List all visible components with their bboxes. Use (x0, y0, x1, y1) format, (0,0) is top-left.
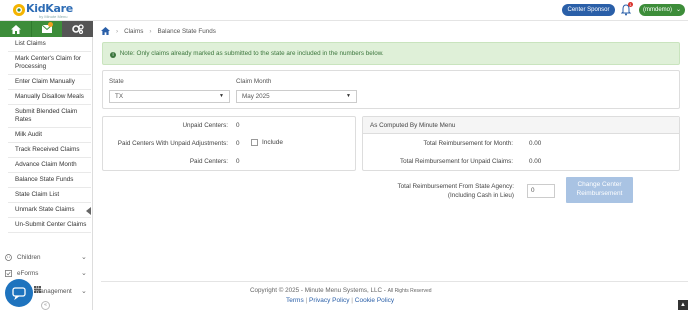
breadcrumb-separator: › (116, 27, 119, 35)
caret-down-icon: ▼ (346, 93, 351, 99)
filter-panel: State TX ▼ Claim Month May 2025 ▼ (102, 70, 680, 109)
chevron-down-icon: ⌄ (81, 288, 87, 295)
total-month-label: Total Reimbursement for Month: (423, 140, 513, 147)
computed-panel: As Computed By Minute Menu Total Reimbur… (362, 116, 680, 171)
chevron-down-icon: ⌄ (81, 270, 87, 277)
claim-month-select[interactable]: May 2025 ▼ (236, 90, 357, 103)
cookie-policy-link[interactable]: Cookie Policy (355, 297, 394, 304)
sidebar-item-mark-center-claim[interactable]: Mark Center's Claim for Processing (8, 52, 91, 75)
kidkare-logo-icon (13, 4, 25, 16)
home-icon (10, 24, 21, 34)
sidebar-item-balance-state-funds[interactable]: Balance State Funds (8, 173, 91, 188)
grid-icon (34, 286, 41, 293)
tab-messages[interactable] (31, 21, 62, 37)
breadcrumb-separator: › (149, 27, 152, 35)
sidebar-item-enter-claim-manually[interactable]: Enter Claim Manually (8, 75, 91, 90)
sidebar-item-submit-blended-claim-rates[interactable]: Submit Blended Claim Rates (8, 105, 91, 128)
home-icon[interactable] (101, 27, 110, 35)
sidebar-item-unsubmit-center-claims[interactable]: Un-Submit Center Claims (8, 218, 91, 233)
state-label: State (109, 78, 124, 85)
sidebar-item-unmark-state-claims[interactable]: Unmark State Claims (8, 203, 91, 218)
center-sponsor-button[interactable]: Center Sponsor (562, 4, 615, 16)
include-checkbox[interactable] (251, 139, 258, 146)
children-icon (5, 254, 12, 261)
user-menu-button[interactable]: (mmdemo) ⌄ (639, 4, 685, 16)
sidebar-group-label: Children (17, 254, 41, 261)
chat-icon (12, 286, 26, 300)
privacy-policy-link[interactable]: Privacy Policy (309, 297, 349, 304)
paid-unpaid-adjustments-value: 0 (236, 140, 240, 147)
sidebar-item-state-claim-list[interactable]: State Claim List (8, 188, 91, 203)
kidkare-logo[interactable]: KidKare by Minute Menu (12, 2, 73, 19)
total-unpaid-value: 0.00 (529, 158, 542, 165)
state-select[interactable]: TX ▼ (109, 90, 230, 103)
breadcrumb-current: Balance State Funds (157, 27, 216, 35)
caret-down-icon: ▼ (219, 93, 224, 99)
state-select-value: TX (115, 93, 124, 100)
include-label: Include (262, 139, 283, 146)
notification-badge: 1 (628, 2, 633, 7)
brand-tagline: by Minute Menu (39, 14, 68, 19)
footer-links: Terms | Privacy Policy | Cookie Policy (286, 297, 394, 304)
copyright-text: Copyright © 2025 - Minute Menu Systems, … (250, 287, 432, 294)
chevron-down-icon: ⌄ (675, 7, 681, 13)
paid-centers-label: Paid Centers: (189, 158, 228, 165)
chat-button[interactable] (5, 279, 33, 307)
top-bar: KidKare by Minute Menu Center Sponsor 1 … (0, 0, 688, 21)
computed-panel-heading: As Computed By Minute Menu (363, 117, 679, 134)
collapse-sidebar-button[interactable]: « (41, 301, 50, 310)
unpaid-centers-value: 0 (236, 122, 240, 129)
state-agency-label: Total Reimbursement From State Agency: (… (362, 183, 514, 200)
sidebar-group-children[interactable]: Children ⌄ (0, 250, 93, 266)
gears-icon (71, 24, 84, 34)
copyright-rights: All Rights Reserved (387, 288, 432, 294)
footer-divider (101, 281, 688, 282)
sidebar-item-manually-disallow-meals[interactable]: Manually Disallow Meals (8, 90, 91, 105)
change-center-reimbursement-button[interactable]: Change Center Reimbursement (566, 177, 633, 203)
info-icon: i (110, 51, 116, 58)
unpaid-centers-label: Unpaid Centers: (182, 122, 228, 129)
tab-home[interactable] (0, 21, 31, 37)
chevron-down-icon: ⌄ (81, 254, 87, 261)
state-agency-label-line2: (Including Cash in Lieu) (447, 191, 514, 199)
messages-badge (48, 22, 53, 27)
sidebar-item-track-received-claims[interactable]: Track Received Claims (8, 143, 91, 158)
paid-unpaid-adjustments-label: Paid Centers With Unpaid Adjustments: (117, 140, 228, 147)
claim-month-label: Claim Month (236, 78, 272, 85)
total-month-value: 0.00 (529, 140, 542, 147)
info-note: i Note: Only claims already marked as su… (102, 42, 680, 65)
sidebar-group-label: eForms (17, 270, 39, 277)
active-item-indicator (86, 207, 91, 215)
checklist-icon (5, 270, 12, 277)
info-note-text: Note: Only claims already marked as subm… (119, 50, 384, 57)
button-label-line2: Reimbursement (576, 189, 623, 197)
state-agency-label-line1: Total Reimbursement From State Agency: (397, 183, 514, 190)
sidebar: List Claims Mark Center's Claim for Proc… (0, 21, 93, 310)
breadcrumb: › Claims › Balance State Funds (101, 25, 216, 37)
total-unpaid-label: Total Reimbursement for Unpaid Claims: (399, 158, 513, 165)
terms-link[interactable]: Terms (286, 297, 304, 304)
user-label: (mmdemo) (643, 7, 673, 13)
button-label-line1: Change Center (577, 181, 622, 188)
claim-month-select-value: May 2025 (242, 93, 270, 100)
sidebar-item-list-claims[interactable]: List Claims (8, 37, 91, 52)
claims-submenu: List Claims Mark Center's Claim for Proc… (8, 37, 91, 233)
scroll-to-top-button[interactable]: ▲ (678, 300, 688, 310)
claim-status-panel: Unpaid Centers: 0 Paid Centers With Unpa… (102, 116, 356, 171)
state-agency-amount-input[interactable]: 0 (527, 184, 555, 198)
copyright-main: Copyright © 2025 - Minute Menu Systems, … (250, 287, 386, 294)
sidebar-tabs (0, 21, 93, 37)
sidebar-item-advance-claim-month[interactable]: Advance Claim Month (8, 158, 91, 173)
tab-settings[interactable] (62, 21, 93, 37)
paid-centers-value: 0 (236, 158, 240, 165)
sidebar-item-milk-audit[interactable]: Milk Audit (8, 128, 91, 143)
breadcrumb-claims[interactable]: Claims (124, 28, 143, 35)
